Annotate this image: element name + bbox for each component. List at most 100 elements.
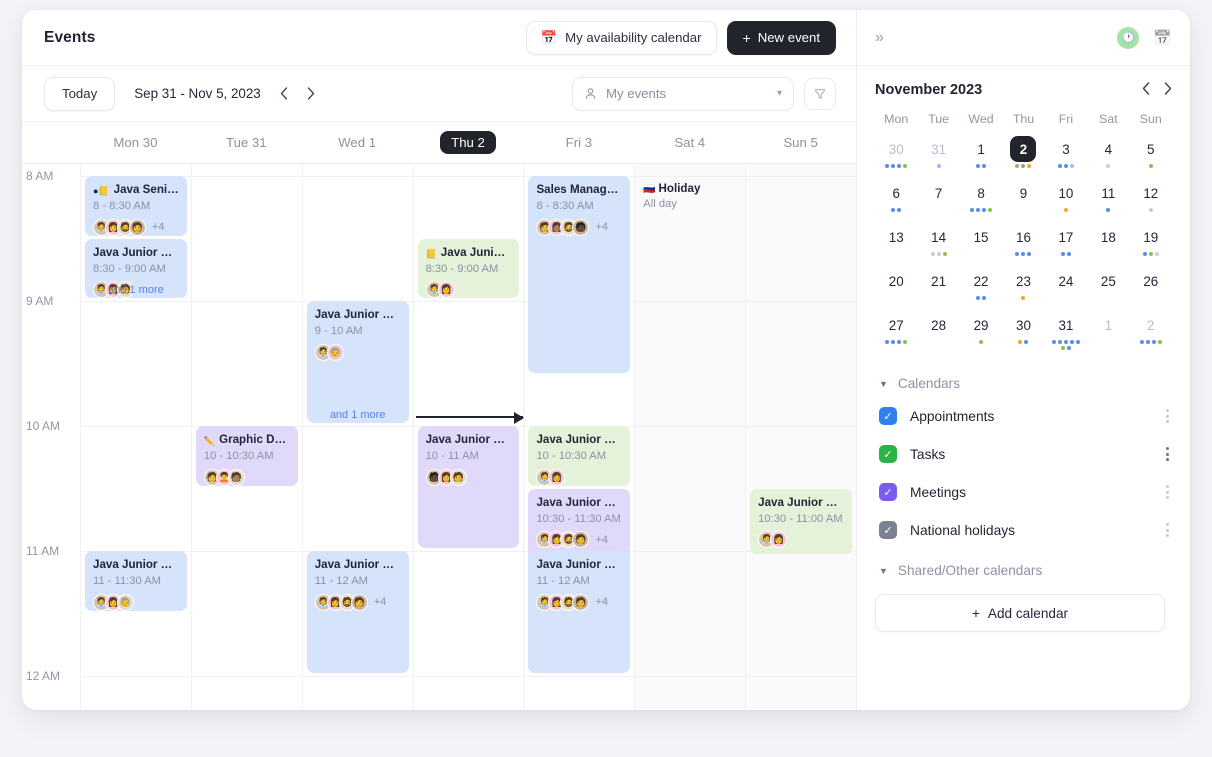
calendar-event[interactable]: 📒Java Junior d... 8:30 - 9:00 AM 🧑‍💼👩 — [417, 238, 520, 298]
next-week-button[interactable] — [300, 83, 322, 105]
clock-icon[interactable]: 🕐 — [1117, 26, 1140, 49]
calendar-options-kebab-icon[interactable] — [1163, 482, 1172, 502]
mini-day-17[interactable]: 16 — [1002, 224, 1044, 268]
mini-day-0[interactable]: 30 — [875, 136, 917, 180]
shared-calendars-section-header[interactable]: ▼ Shared/Other calendars — [875, 549, 1172, 584]
day-header-4[interactable]: Fri 3 — [523, 135, 634, 150]
mini-next-month-button[interactable] — [1164, 82, 1172, 98]
calendar-event[interactable]: ✏️ Graphic Des... 10 - 10:30 AM 🧑 🧑‍🦱 🧑🏽 — [195, 426, 298, 486]
today-button[interactable]: Today — [44, 76, 116, 111]
prev-week-button[interactable] — [273, 83, 295, 105]
mini-day-10[interactable]: 9 — [1002, 180, 1044, 224]
calendar-options-kebab-icon[interactable] — [1163, 520, 1172, 540]
calendar-checkbox[interactable]: ✓ — [879, 445, 897, 463]
mini-day-22[interactable]: 21 — [917, 268, 959, 312]
calendar-event[interactable]: Java Junior dev... 10 - 11 AM 🧑🏿👩🧑 — [417, 426, 520, 548]
day-column-1[interactable]: ✏️ Graphic Des... 10 - 10:30 AM 🧑 🧑‍🦱 🧑🏽 — [190, 164, 302, 710]
mini-day-20[interactable]: 19 — [1130, 224, 1172, 268]
more-events-link[interactable]: and 1 more — [81, 284, 191, 296]
mini-day-8[interactable]: 7 — [917, 180, 959, 224]
hour-label-3: 11 AM — [26, 544, 60, 558]
attendee-avatars: 🧑‍💼 👩 🧓 — [93, 593, 179, 611]
mini-day-6[interactable]: 5 — [1130, 136, 1172, 180]
mini-day-3[interactable]: 2 — [1002, 136, 1044, 180]
add-calendar-button[interactable]: + Add calendar — [875, 594, 1165, 632]
mini-day-19[interactable]: 18 — [1087, 224, 1129, 268]
day-column-5[interactable]: 🇷🇺 Holiday All day — [634, 164, 746, 710]
mini-day-26[interactable]: 25 — [1087, 268, 1129, 312]
day-column-2[interactable]: Java Junior dev... 9 - 10 AM 🧑‍💼🧓 and 1 mor… — [301, 164, 413, 710]
calendar-event[interactable]: Java Junior dev... 10 - 10:30 AM 🧑‍💼👩 — [528, 426, 631, 486]
hour-gridline — [80, 176, 856, 177]
calendar-checkbox[interactable]: ✓ — [879, 521, 897, 539]
day-header-label: Thu 2 — [440, 131, 496, 154]
calendar-event[interactable]: Java Junior dev...11 - 12 AM🧑‍💼👩🧔🧑+4 — [528, 551, 631, 673]
avatar: 🧑🏿 — [572, 218, 590, 236]
mini-day-32[interactable]: 31 — [1045, 312, 1087, 356]
mini-day-24[interactable]: 23 — [1002, 268, 1044, 312]
mini-day-14[interactable]: 13 — [875, 224, 917, 268]
day-header-0[interactable]: Mon 30 — [80, 135, 191, 150]
day-header-3[interactable]: Thu 2 — [413, 131, 524, 154]
calendar-event[interactable]: Java Junior dev... 11 - 11:30 AM 🧑‍💼👩🧓 — [85, 551, 187, 611]
more-events-link[interactable]: and 1 more — [303, 409, 413, 421]
mini-day-21[interactable]: 20 — [875, 268, 917, 312]
calendar-event[interactable]: Java Junior dev...11 - 12 AM🧑‍💼👩🧔🧑+4 — [306, 551, 409, 673]
mini-day-12[interactable]: 11 — [1087, 180, 1129, 224]
calendars-section-label: Calendars — [897, 376, 960, 391]
day-header-2[interactable]: Wed 1 — [302, 135, 413, 150]
day-header-1[interactable]: Tue 31 — [191, 135, 302, 150]
mini-day-5[interactable]: 4 — [1087, 136, 1129, 180]
calendar-list-item[interactable]: ✓ Tasks — [875, 435, 1172, 473]
mini-day-7[interactable]: 6 — [875, 180, 917, 224]
mini-day-29[interactable]: 28 — [917, 312, 959, 356]
filter-button[interactable] — [804, 77, 836, 110]
mini-day-31[interactable]: 30 — [1002, 312, 1044, 356]
my-events-select[interactable]: My events ▾ — [572, 76, 794, 111]
my-availability-calendar-button[interactable]: 📅 My availability calendar — [525, 20, 717, 55]
mini-day-28[interactable]: 27 — [875, 312, 917, 356]
mini-day-1[interactable]: 31 — [917, 136, 959, 180]
calendar-options-kebab-icon[interactable] — [1163, 444, 1172, 464]
mini-day-33[interactable]: 1 — [1087, 312, 1129, 356]
mini-day-16[interactable]: 15 — [960, 224, 1002, 268]
event-dot — [1063, 340, 1068, 344]
calendar-event[interactable]: Java Junior dev... 10:30 - 11:00 AM 🧑‍💼👩 — [750, 488, 853, 555]
mini-day-34[interactable]: 2 — [1130, 312, 1172, 356]
mini-day-2[interactable]: 1 — [960, 136, 1002, 180]
new-event-button[interactable]: + New event — [726, 20, 836, 55]
mini-day-11[interactable]: 10 — [1045, 180, 1087, 224]
calendar-options-kebab-icon[interactable] — [1163, 406, 1172, 426]
mini-day-23[interactable]: 22 — [960, 268, 1002, 312]
calendar-event[interactable]: Java Junior dev... 9 - 10 AM 🧑‍💼🧓 — [306, 301, 409, 423]
mini-day-4[interactable]: 3 — [1045, 136, 1087, 180]
my-events-label: My events — [606, 86, 667, 101]
calendar-icon[interactable]: 📅 — [1153, 29, 1172, 47]
mini-day-30[interactable]: 29 — [960, 312, 1002, 356]
calendar-event[interactable]: ●📒 Java Senio... 8 - 8:30 AM 🧑‍💼 👩 🧔 🧑 +4 — [85, 176, 187, 236]
calendar-event[interactable]: Sales Manager - Tatiana Patris 8 - 8:30 A… — [528, 176, 631, 373]
calendar-checkbox[interactable]: ✓ — [879, 483, 897, 501]
day-column-3[interactable]: 📒Java Junior d... 8:30 - 9:00 AM 🧑‍💼👩 Java … — [412, 164, 525, 710]
mini-day-13[interactable]: 12 — [1130, 180, 1172, 224]
mini-day-15[interactable]: 14 — [917, 224, 959, 268]
mini-prev-month-button[interactable] — [1142, 82, 1150, 98]
chevron-double-right-icon[interactable]: » — [875, 29, 884, 47]
mini-day-18[interactable]: 17 — [1045, 224, 1087, 268]
mini-day-25[interactable]: 24 — [1045, 268, 1087, 312]
day-column-6[interactable]: Java Junior dev... 10:30 - 11:00 AM 🧑‍💼👩 — [745, 164, 856, 710]
calendar-list-item[interactable]: ✓ Appointments — [875, 397, 1172, 435]
event-dot — [1066, 346, 1071, 350]
event-dot — [891, 208, 896, 212]
calendar-list-item[interactable]: ✓ National holidays — [875, 511, 1172, 549]
all-day-event[interactable]: 🇷🇺 Holiday All day — [639, 176, 741, 216]
calendar-checkbox[interactable]: ✓ — [879, 407, 897, 425]
day-column-0[interactable]: ●📒 Java Senio... 8 - 8:30 AM 🧑‍💼 👩 🧔 🧑 +4 Java J… — [80, 164, 191, 710]
calendar-list-item[interactable]: ✓ Meetings — [875, 473, 1172, 511]
mini-day-9[interactable]: 8 — [960, 180, 1002, 224]
calendars-section-header[interactable]: ▼ Calendars — [875, 370, 1172, 397]
mini-day-27[interactable]: 26 — [1130, 268, 1172, 312]
day-header-5[interactable]: Sat 4 — [634, 135, 745, 150]
day-header-6[interactable]: Sun 5 — [745, 135, 856, 150]
day-column-4[interactable]: Sales Manager - Tatiana Patris 8 - 8:30 A… — [523, 164, 634, 710]
